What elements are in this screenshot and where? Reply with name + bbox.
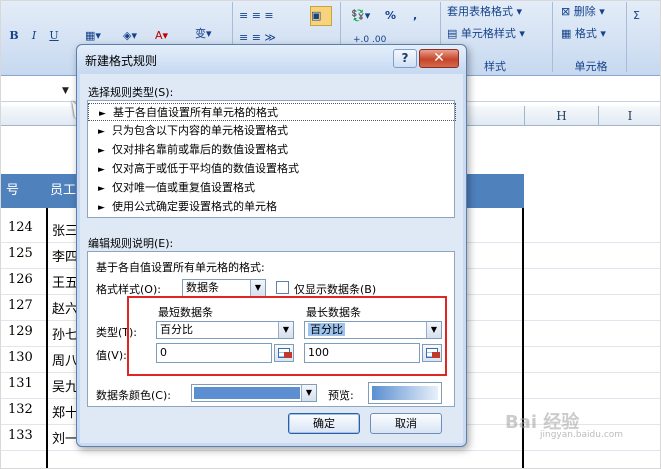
screenshot-frame	[0, 0, 661, 469]
